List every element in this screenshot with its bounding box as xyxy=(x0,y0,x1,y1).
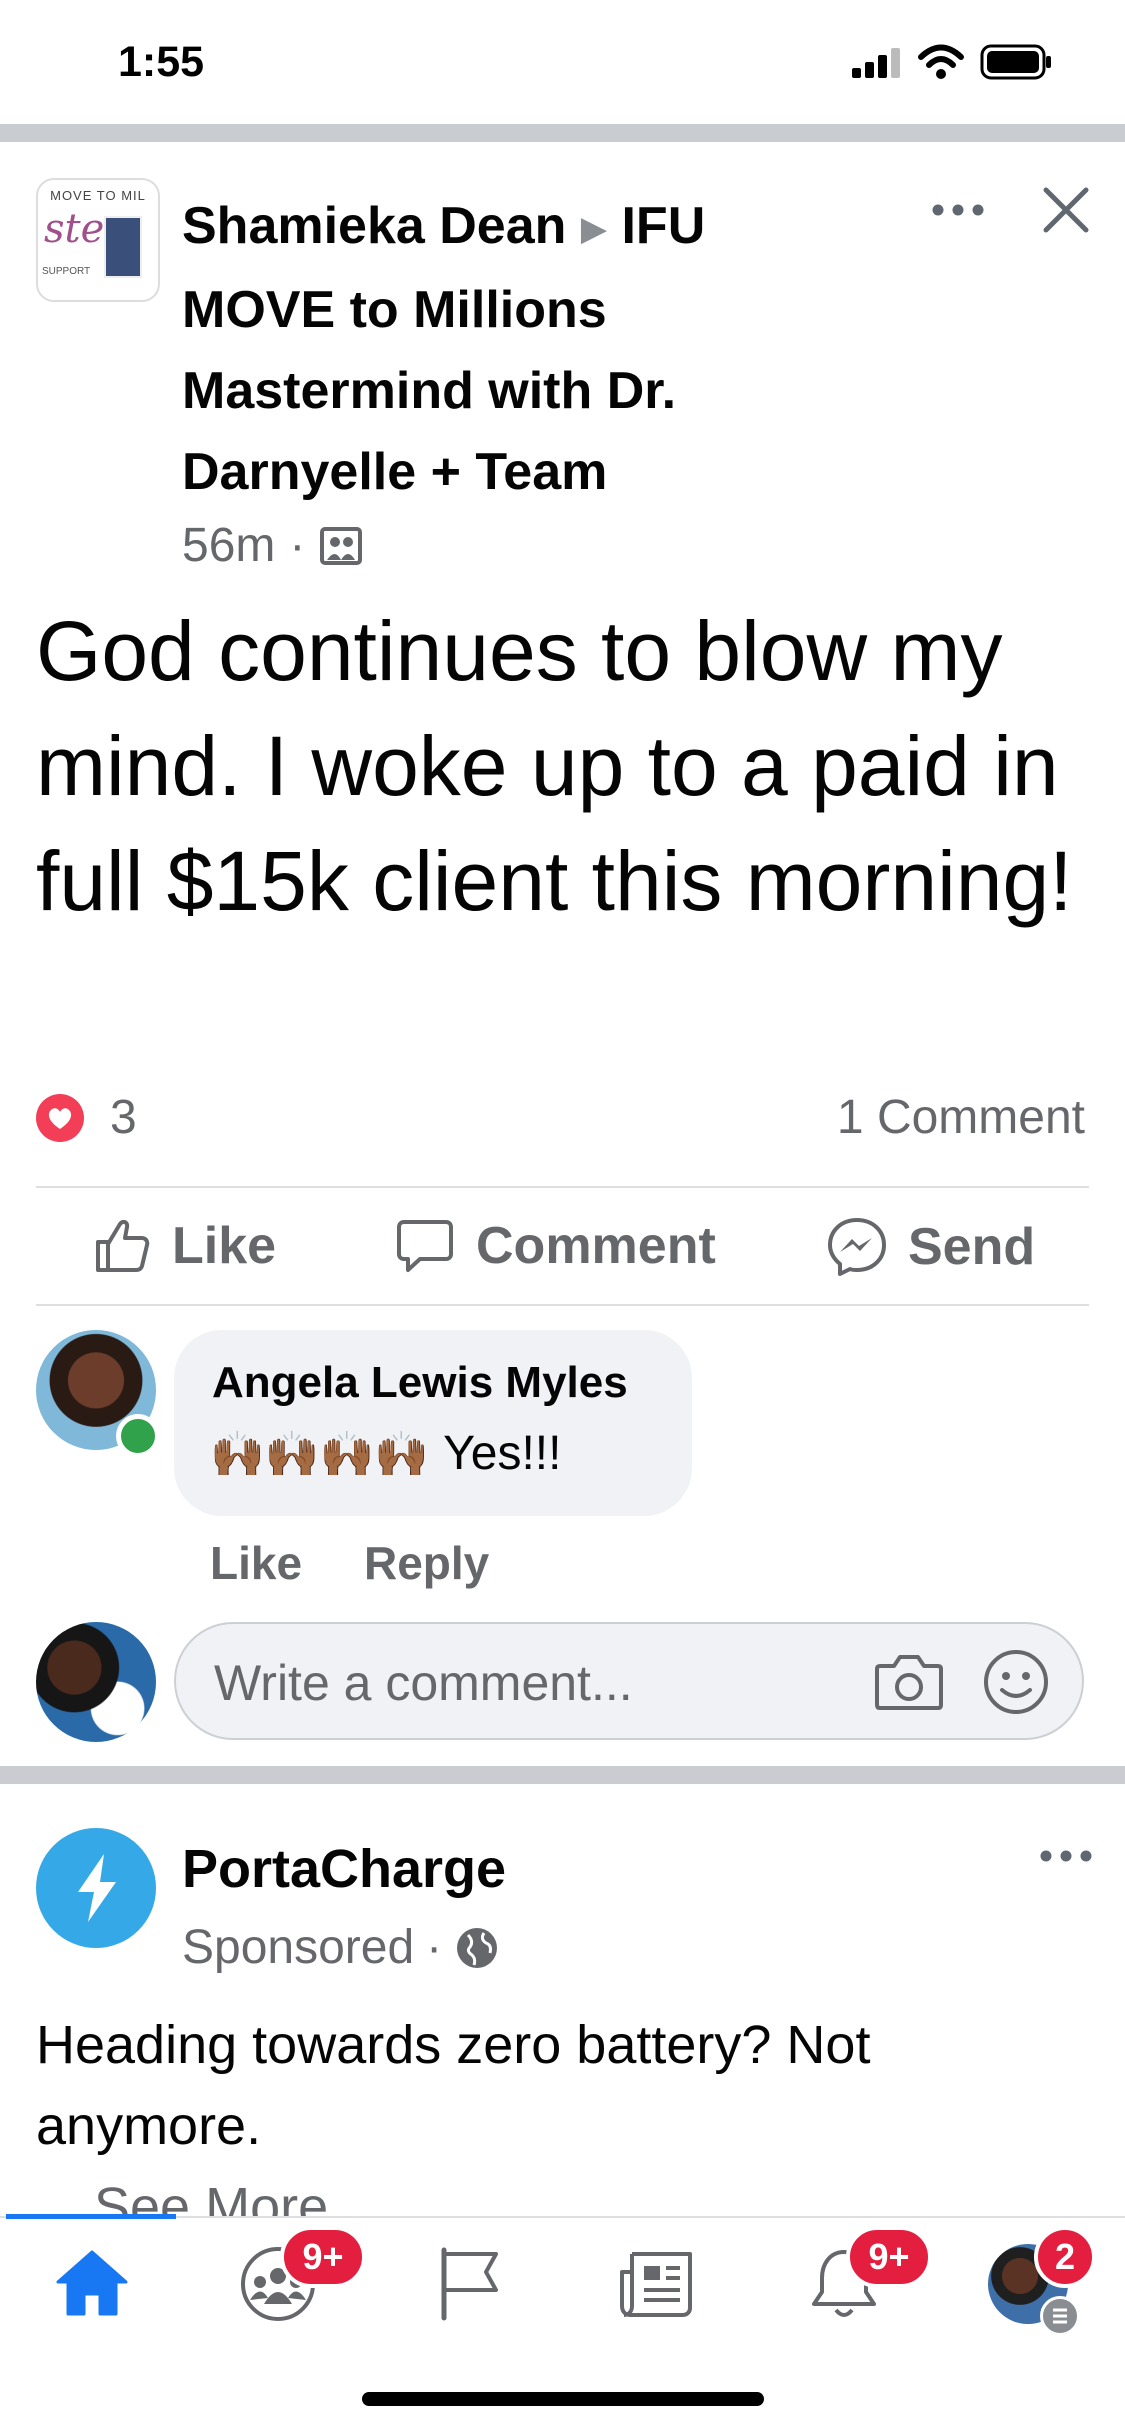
group-avatar[interactable]: MOVE TO MIL ste SUPPORT xyxy=(36,178,160,302)
ad-more-options-icon[interactable] xyxy=(1036,1836,1096,1876)
wifi-icon xyxy=(918,44,964,80)
active-tab-indicator xyxy=(6,2214,176,2219)
menu-badge: 2 xyxy=(1034,2226,1096,2288)
ad-text: Heading towards zero battery? Not anymor… xyxy=(36,2015,871,2156)
status-time: 1:55 xyxy=(118,38,205,86)
see-more-clip: See More xyxy=(0,2168,1125,2218)
comment-like-button[interactable]: Like xyxy=(210,1536,302,1590)
my-avatar[interactable] xyxy=(36,1622,156,1742)
love-reaction-icon xyxy=(36,1093,84,1142)
comment-bubble-icon xyxy=(396,1216,454,1276)
comment-label: Comment xyxy=(476,1217,716,1275)
feed-divider-2 xyxy=(0,1766,1125,1784)
see-more-link[interactable]: See More xyxy=(94,2176,328,2218)
home-tab-icon[interactable] xyxy=(54,2248,130,2318)
post-time[interactable]: 56m xyxy=(182,518,275,573)
meta-separator: · xyxy=(289,519,306,572)
more-options-icon[interactable] xyxy=(928,190,988,230)
news-tab-icon[interactable] xyxy=(618,2248,696,2320)
comment-author[interactable]: Angela Lewis Myles xyxy=(212,1358,628,1408)
post-header-title: Shamieka Dean ▶ IFU MOVE to Millions Mas… xyxy=(182,186,782,513)
ad-meta-separator: · xyxy=(426,1921,443,1974)
comment-input-placeholder: Write a comment... xyxy=(214,1655,633,1711)
reactions-summary[interactable]: 3 xyxy=(36,1090,137,1145)
action-divider-bottom xyxy=(36,1304,1089,1306)
feed-divider xyxy=(0,124,1125,142)
arrow-right-icon: ▶ xyxy=(580,209,608,248)
battery-icon xyxy=(980,44,1052,80)
pages-tab-icon[interactable] xyxy=(438,2246,504,2322)
camera-icon[interactable] xyxy=(874,1650,944,1712)
sponsored-label[interactable]: Sponsored xyxy=(182,1920,414,1975)
menu-icon xyxy=(1040,2296,1080,2336)
comment-bubble[interactable]: Angela Lewis Myles 🙌🏾🙌🏾🙌🏾🙌🏾 Yes!!! xyxy=(174,1330,692,1516)
comment-button[interactable]: Comment xyxy=(396,1216,716,1276)
close-icon[interactable] xyxy=(1040,184,1092,236)
reactions-count: 3 xyxy=(110,1091,137,1144)
groups-badge: 9+ xyxy=(280,2226,366,2288)
notifications-badge: 9+ xyxy=(846,2226,932,2288)
comment-text-row: 🙌🏾🙌🏾🙌🏾🙌🏾 Yes!!! xyxy=(210,1426,561,1481)
globe-icon xyxy=(454,1925,500,1971)
send-button[interactable]: Send xyxy=(826,1216,1035,1278)
comment-input[interactable]: Write a comment... xyxy=(174,1622,1084,1740)
group-avatar-text-bottom: SUPPORT xyxy=(42,266,91,277)
comment-reply-button[interactable]: Reply xyxy=(364,1536,489,1590)
group-avatar-photo xyxy=(104,216,142,278)
ad-meta: Sponsored · xyxy=(182,1920,500,1975)
home-indicator xyxy=(362,2392,764,2406)
post-author[interactable]: Shamieka Dean xyxy=(182,197,566,255)
raised-hands-emoji: 🙌🏾🙌🏾🙌🏾🙌🏾 xyxy=(210,1429,430,1479)
group-avatar-script: ste xyxy=(44,206,105,252)
send-label: Send xyxy=(908,1218,1036,1276)
group-avatar-text-top: MOVE TO MIL xyxy=(50,188,146,203)
signal-icon xyxy=(852,48,902,78)
group-privacy-icon xyxy=(319,524,363,568)
messenger-icon xyxy=(826,1216,888,1278)
like-button[interactable]: Like xyxy=(92,1216,276,1276)
action-divider-top xyxy=(36,1186,1089,1188)
comments-count[interactable]: 1 Comment xyxy=(837,1090,1085,1145)
portacharge-logo[interactable] xyxy=(36,1828,156,1948)
ad-name[interactable]: PortaCharge xyxy=(182,1838,506,1900)
emoji-icon[interactable] xyxy=(982,1648,1050,1716)
post-meta: 56m · xyxy=(182,518,363,573)
post-body: God continues to blow my mind. I woke up… xyxy=(36,604,1073,928)
thumbs-up-icon xyxy=(92,1216,152,1276)
like-label: Like xyxy=(172,1217,277,1275)
online-status-dot xyxy=(116,1414,160,1458)
lightning-icon xyxy=(78,1854,116,1922)
comment-text: Yes!!! xyxy=(443,1427,562,1480)
